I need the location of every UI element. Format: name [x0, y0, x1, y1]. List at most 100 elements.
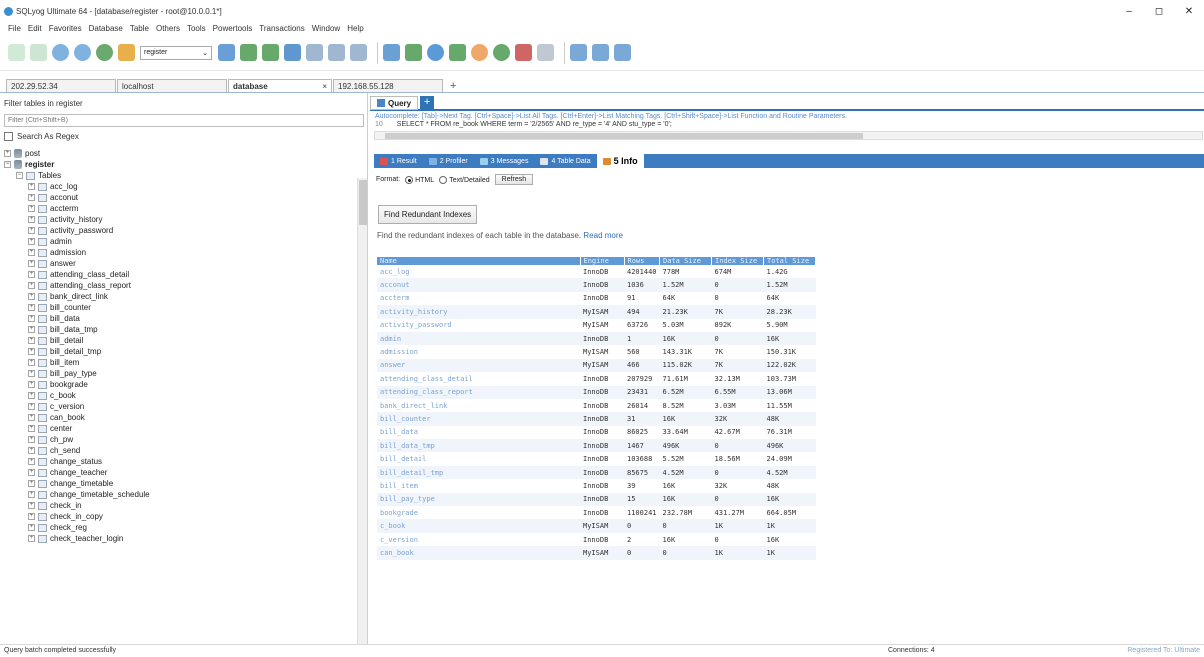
table-cell[interactable]: bank_direct_link [377, 399, 580, 412]
expand-icon[interactable]: + [28, 293, 35, 300]
table-item[interactable]: + check_reg [0, 522, 356, 533]
scroll-thumb[interactable] [359, 180, 367, 225]
table-cell[interactable]: bookgrade [377, 506, 580, 519]
table-item[interactable]: + accterm [0, 203, 356, 214]
table-item[interactable]: + bill_detail_tmp [0, 346, 356, 357]
expand-icon[interactable]: + [28, 513, 35, 520]
expand-icon[interactable]: + [28, 469, 35, 476]
expand-icon[interactable]: + [28, 249, 35, 256]
menu-item-transactions[interactable]: Transactions [259, 24, 305, 33]
html-radio[interactable]: HTML [405, 175, 434, 184]
table-item[interactable]: + c_version [0, 401, 356, 412]
connection-tab[interactable]: database × [228, 79, 332, 92]
expand-icon[interactable]: + [28, 348, 35, 355]
table-cell[interactable]: accterm [377, 292, 580, 305]
table-cell[interactable]: answer [377, 358, 580, 373]
result-tab-3[interactable]: 3 Messages [474, 154, 535, 168]
minimize-button[interactable]: – [1114, 6, 1144, 17]
refresh-button[interactable]: Refresh [494, 174, 534, 185]
table-item[interactable]: + admission [0, 247, 356, 258]
expand-icon[interactable]: + [28, 205, 35, 212]
expand-icon[interactable]: + [28, 238, 35, 245]
schema-compare-icon[interactable] [570, 44, 587, 61]
expand-icon[interactable]: + [28, 216, 35, 223]
table-item[interactable]: + bill_data_tmp [0, 324, 356, 335]
copy-db-icon[interactable] [262, 44, 279, 61]
table-item[interactable]: + attending_class_detail [0, 269, 356, 280]
close-tab-icon[interactable]: × [322, 82, 327, 91]
table-item[interactable]: + c_book [0, 390, 356, 401]
table-item[interactable]: + bookgrade [0, 379, 356, 390]
execute-icon[interactable] [96, 44, 113, 61]
table-cell[interactable]: activity_history [377, 305, 580, 319]
table-cell[interactable]: admission [377, 345, 580, 358]
expand-icon[interactable]: + [28, 524, 35, 531]
table-item[interactable]: + attending_class_report [0, 280, 356, 291]
expand-icon[interactable]: + [28, 260, 35, 267]
expand-icon[interactable]: + [28, 271, 35, 278]
expand-icon[interactable]: + [28, 403, 35, 410]
expand-icon[interactable]: + [28, 458, 35, 465]
collapse-icon[interactable]: − [4, 161, 11, 168]
table-item[interactable]: + activity_password [0, 225, 356, 236]
table-cell[interactable]: acc_log [377, 265, 580, 278]
sync-icon[interactable] [284, 44, 301, 61]
table-item[interactable]: + check_in [0, 500, 356, 511]
chart-icon[interactable] [537, 44, 554, 61]
expand-icon[interactable]: + [28, 227, 35, 234]
expand-icon[interactable]: + [28, 381, 35, 388]
new-query-icon[interactable] [30, 44, 47, 61]
expand-icon[interactable]: + [4, 150, 11, 157]
expand-icon[interactable]: + [28, 282, 35, 289]
table-item[interactable]: + ch_pw [0, 434, 356, 445]
connection-tab[interactable]: 202.29.52.34 [6, 79, 116, 92]
grid-icon[interactable] [328, 44, 345, 61]
close-button[interactable]: ✕ [1174, 6, 1204, 17]
expand-icon[interactable]: + [28, 491, 35, 498]
table-cell[interactable]: bill_pay_type [377, 492, 580, 507]
expand-icon[interactable]: + [28, 183, 35, 190]
report-icon[interactable] [515, 44, 532, 61]
expand-icon[interactable]: + [28, 370, 35, 377]
database-select[interactable]: register ⌄ [140, 45, 212, 60]
expand-icon[interactable]: + [28, 502, 35, 509]
expand-icon[interactable]: + [28, 359, 35, 366]
table-cell[interactable]: activity_password [377, 319, 580, 332]
table-item[interactable]: + check_in_copy [0, 511, 356, 522]
table-item[interactable]: + change_teacher [0, 467, 356, 478]
connection-tab[interactable]: 192.168.55.128 [333, 79, 443, 92]
add-connection-tab-icon[interactable]: + [450, 80, 456, 92]
forward-icon[interactable] [74, 44, 91, 61]
user-manager-icon[interactable] [218, 44, 235, 61]
table-item[interactable]: + bill_detail [0, 335, 356, 346]
editor-hscrollbar[interactable] [374, 131, 1203, 140]
menu-item-table[interactable]: Table [130, 24, 149, 33]
expand-icon[interactable]: + [28, 304, 35, 311]
menu-item-powertools[interactable]: Powertools [213, 24, 253, 33]
filter-tables-input[interactable] [4, 114, 364, 127]
table-item[interactable]: + check_teacher_login [0, 533, 356, 544]
maximize-button[interactable]: ◻ [1144, 6, 1174, 17]
result-tab-5[interactable]: 5 Info [596, 154, 644, 168]
connect-icon[interactable] [8, 44, 25, 61]
expand-icon[interactable]: + [28, 414, 35, 421]
back-icon[interactable] [52, 44, 69, 61]
expand-icon[interactable]: + [28, 337, 35, 344]
connection-tab[interactable]: localhost [117, 79, 227, 92]
table-cell[interactable]: admin [377, 331, 580, 346]
table-cell[interactable]: bill_item [377, 479, 580, 492]
table-cell[interactable]: c_version [377, 533, 580, 546]
table-icon[interactable] [306, 44, 323, 61]
menu-item-tools[interactable]: Tools [187, 24, 206, 33]
search-regex-checkbox[interactable] [4, 132, 13, 141]
table-item[interactable]: + change_timetable_schedule [0, 489, 356, 500]
db-register[interactable]: − register [0, 159, 356, 170]
table-item[interactable]: + can_book [0, 412, 356, 423]
new-tab-button[interactable]: + [420, 96, 435, 110]
expand-icon[interactable]: + [28, 480, 35, 487]
table-item[interactable]: + change_status [0, 456, 356, 467]
expand-icon[interactable]: + [28, 436, 35, 443]
collapse-icon[interactable]: − [16, 172, 23, 179]
import-icon[interactable] [383, 44, 400, 61]
notify-icon[interactable] [493, 44, 510, 61]
